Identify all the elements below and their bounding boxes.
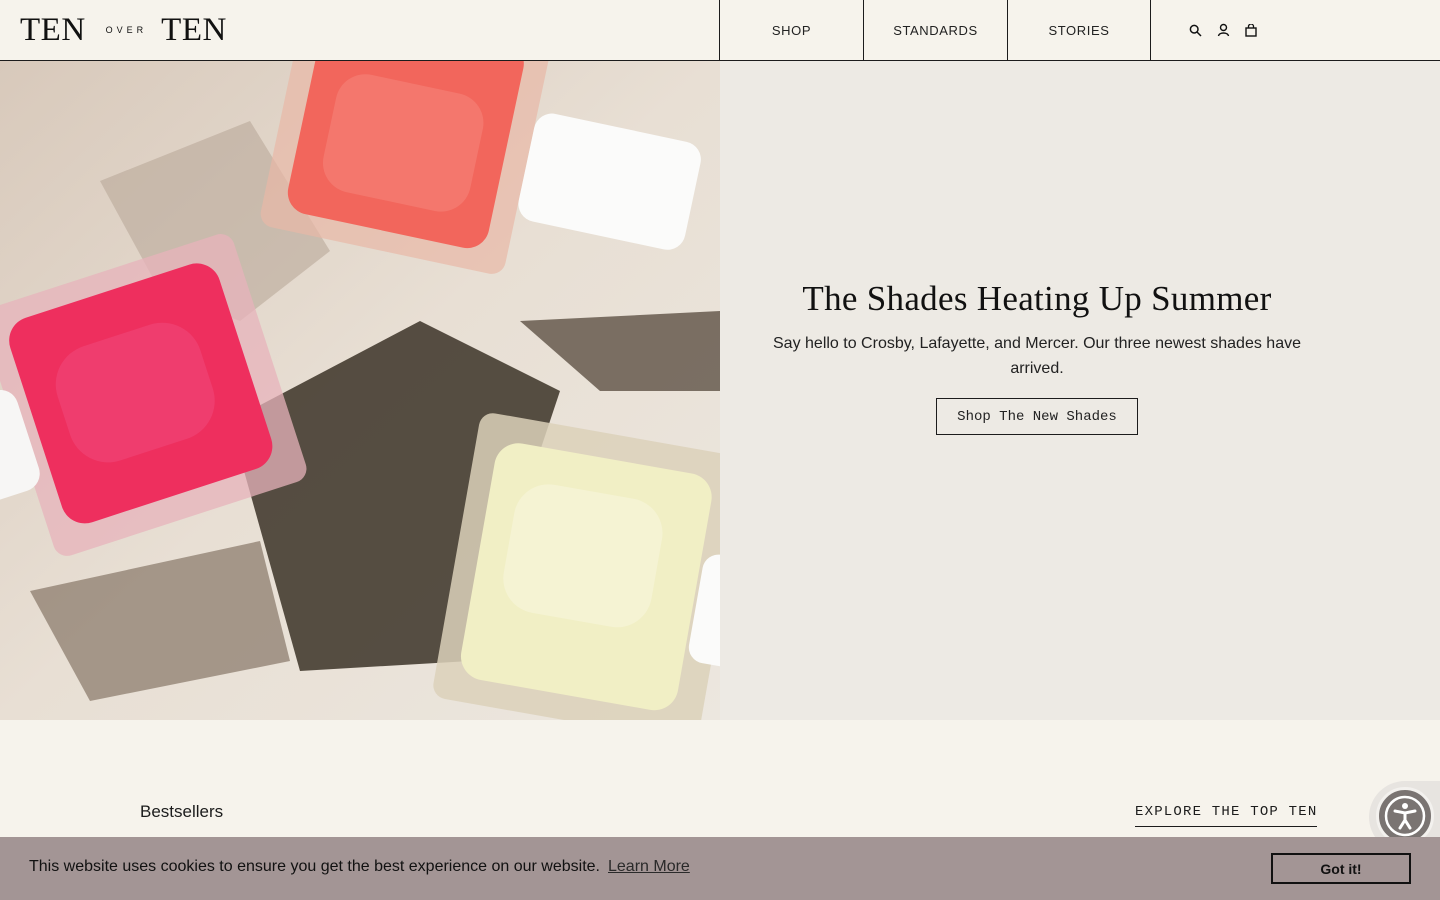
explore-top-ten-link[interactable]: EXPLORE THE TOP TEN xyxy=(1135,804,1318,827)
hero-image xyxy=(0,61,720,720)
site-header: TEN OVER TEN SHOP STANDARDS STORIES xyxy=(0,0,1440,61)
nav-standards[interactable]: STANDARDS xyxy=(863,0,1007,60)
cookie-message: This website uses cookies to ensure you … xyxy=(29,858,600,875)
bestsellers-heading: Bestsellers xyxy=(140,802,224,821)
logo-word-over: OVER xyxy=(105,25,148,35)
shop-new-shades-button[interactable]: Shop The New Shades xyxy=(936,398,1138,435)
logo-word-ten: TEN xyxy=(20,11,86,48)
hero-subtitle: Say hello to Crosby, Lafayette, and Merc… xyxy=(773,335,1301,377)
header-icons xyxy=(1188,21,1258,39)
nav-shop[interactable]: SHOP xyxy=(719,0,863,60)
logo-word-ten-2: TEN xyxy=(161,11,227,48)
cookie-accept-button[interactable]: Got it! xyxy=(1271,853,1411,884)
nav-stories[interactable]: STORIES xyxy=(1007,0,1151,60)
bag-icon[interactable] xyxy=(1244,21,1258,39)
learn-more-link[interactable]: Learn More xyxy=(608,858,690,875)
hero-panel: The Shades Heating Up Summer Say hello t… xyxy=(720,61,1440,720)
main-nav: SHOP STANDARDS STORIES xyxy=(719,0,1151,60)
hero-title: The Shades Heating Up Summer xyxy=(802,279,1272,318)
account-icon[interactable] xyxy=(1216,21,1230,39)
brand-logo[interactable]: TEN OVER TEN xyxy=(20,12,227,48)
cookie-message-row: This website uses cookies to ensure you … xyxy=(29,858,690,876)
cookie-banner: This website uses cookies to ensure you … xyxy=(0,837,1440,900)
search-icon[interactable] xyxy=(1188,21,1202,39)
